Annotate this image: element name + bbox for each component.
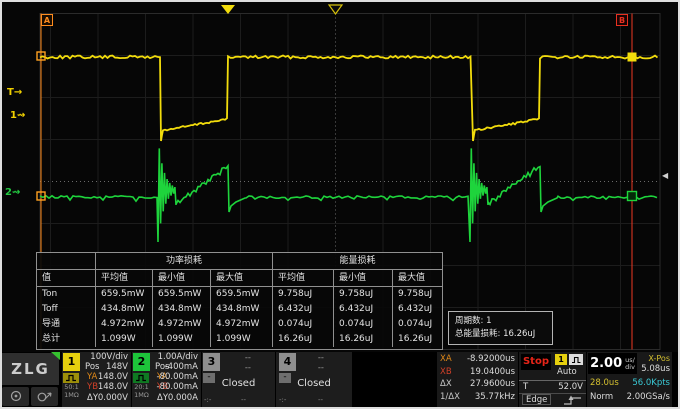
ch1-dy-label: ΔY <box>87 393 98 403</box>
invdx-value: 35.77kHz <box>475 392 515 402</box>
cursor-a-label[interactable]: A <box>41 14 53 26</box>
ch1-ya-label: YA <box>87 372 97 382</box>
trigger-coupling-icon[interactable] <box>569 354 583 365</box>
acq-mode[interactable]: Norm <box>590 392 613 402</box>
trigger-source-badge[interactable]: 1 <box>555 354 567 365</box>
squiggle-arrow-icon: ⇝ <box>17 110 25 121</box>
ch1-yb-value: 148.0V <box>98 382 128 392</box>
ch2-probe-info: 20:11MΩ <box>132 384 151 399</box>
ch3-status: Closed <box>202 378 275 389</box>
touch-gesture-icon[interactable] <box>2 387 29 406</box>
trace-ch1 <box>40 56 658 142</box>
trigger-level-marker[interactable]: T→ <box>7 87 22 98</box>
ch2-coupling-icon[interactable] <box>133 373 149 383</box>
dx-label: ΔX <box>440 379 452 389</box>
trigger-arrow-icon: → <box>14 87 22 98</box>
ch1-pos-value: 148V <box>106 362 128 372</box>
cursor-b-ch1-marker <box>628 53 637 62</box>
table-empty-cell <box>37 253 95 270</box>
ch1-dy-value: 0.000V <box>98 393 128 403</box>
channel3-panel[interactable]: 3 -- -- - Closed -:- -- <box>202 352 275 407</box>
xb-label: XB <box>440 367 452 377</box>
rising-edge-icon[interactable] <box>563 395 583 409</box>
ch1-number-badge[interactable]: 1 <box>63 353 80 371</box>
corner-flag-icon <box>51 352 60 360</box>
brand-panel: ZLG <box>2 352 60 407</box>
ch1-scale: 100V/div <box>82 352 128 362</box>
ch1-position-marker[interactable]: 1⇝ <box>10 110 25 121</box>
trigger-level-value: 52.0V <box>558 382 583 392</box>
xpos-label: X-Pos <box>648 354 670 363</box>
trigger-panel: Stop 1 Auto T 52.0V Edge <box>519 352 586 407</box>
scroll-left-icon[interactable]: ◀ <box>662 171 668 180</box>
invdx-label: 1/ΔX <box>440 392 460 402</box>
ch1-yb-label: YB <box>87 382 98 392</box>
ch4-status: Closed <box>276 378 352 389</box>
xa-value: -8.92000us <box>467 354 515 364</box>
channel2-panel[interactable]: 2 1.00A/div Pos -400mA YA -80.00mA YB -8… <box>132 352 201 407</box>
ch2-dy-label: ΔY <box>157 393 168 403</box>
cursor-b-label[interactable]: B <box>616 14 628 26</box>
power-loss-header: 功率损耗 <box>95 253 272 270</box>
ch1-coupling-icon[interactable] <box>63 373 79 383</box>
table-row: Ton 659.5mW 659.5mW 659.5mW 9.758uJ 9.75… <box>37 287 442 302</box>
trigger-position-marker[interactable] <box>221 5 235 14</box>
status-bar: ZLG 1 100V/div Pos 148V YA 148.0V YB 148… <box>0 352 680 407</box>
ch1-probe-info: 50:11MΩ <box>62 384 81 399</box>
measure-table: 功率损耗 能量损耗 值 平均值 最小值 最大值 平均值 最小值 最大值 Ton … <box>36 252 443 350</box>
energy-loss-header: 能量损耗 <box>272 253 442 270</box>
trigger-mode[interactable]: Auto <box>557 367 577 377</box>
dx-value: 27.9600us <box>470 379 515 389</box>
xpos-value: 5.08us <box>641 364 670 374</box>
timebase-scale: 2.00 <box>590 356 622 371</box>
run-stop-button[interactable]: Stop <box>521 354 551 370</box>
xb-value: 19.0400us <box>470 367 515 377</box>
delay-center-marker[interactable] <box>329 5 342 14</box>
ch2-ya-value: -80.00mA <box>157 372 199 382</box>
ch2-pos-value: -400mA <box>165 362 198 372</box>
ch1-pos-label: Pos <box>85 362 99 372</box>
ch3-number-badge[interactable]: 3 <box>203 353 220 371</box>
value-col-header: 值 <box>37 270 95 287</box>
timebase-panel: 2.00 us/div X-Pos 5.08us 28.0us 56.0Kpts… <box>587 352 672 407</box>
ch4-number-badge[interactable]: 4 <box>279 353 296 371</box>
timebase-unit: us/div <box>625 357 635 370</box>
channel1-panel[interactable]: 1 100V/div Pos 148V YA 148.0V YB 148.0V … <box>62 352 131 407</box>
table-row: Toff 434.8mW 434.8mW 434.8mW 6.432uJ 6.4… <box>37 302 442 317</box>
table-row: 导通 4.972mW 4.972mW 4.972mW 0.074uJ 0.074… <box>37 317 442 332</box>
ch2-dy-value: 0.000A <box>168 393 198 403</box>
cursor-b-ch2-marker <box>628 192 637 201</box>
timebase-scale-box[interactable]: 2.00 us/div <box>588 353 637 374</box>
sample-rate: 2.00GSa/s <box>627 392 670 402</box>
squiggle-arrow-icon: ⇝ <box>12 187 20 198</box>
table-group-header-row: 功率损耗 能量损耗 <box>37 253 442 270</box>
xa-label: XA <box>440 354 452 364</box>
trigger-type[interactable]: Edge <box>522 394 551 405</box>
ch2-yb-value: -80.00mA <box>157 382 199 392</box>
table-subheader-row: 值 平均值 最小值 最大值 平均值 最小值 最大值 <box>37 270 442 287</box>
trigger-level-label: T <box>523 382 528 392</box>
cursor-readout-panel: XA -8.92000us XB 19.0400us ΔX 27.9600us … <box>437 352 518 407</box>
window-span: 28.0us <box>590 378 619 388</box>
channel4-panel[interactable]: 4 -- -- - Closed -:- -- <box>276 352 352 407</box>
memory-depth: 56.0Kpts <box>632 378 670 388</box>
drag-gesture-icon[interactable] <box>31 387 58 406</box>
trace-ch2 <box>40 148 657 242</box>
ch2-number-badge[interactable]: 2 <box>133 353 150 371</box>
ch2-scale: 1.00A/div <box>152 352 198 362</box>
annotation-box: 周期数: 1 总能量损耗: 16.26uJ <box>448 311 553 345</box>
oscilloscope-screen: A B T→ 1⇝ 2⇝ ◀ 功率损耗 能量损耗 值 平均值 最小值 最大值 平… <box>0 0 680 409</box>
ch1-ya-value: 148.0V <box>98 372 128 382</box>
cycle-count-text: 周期数: 1 <box>455 315 547 328</box>
table-row: 总计 1.099W 1.099W 1.099W 16.26uJ 16.26uJ … <box>37 332 442 349</box>
ch2-position-marker[interactable]: 2⇝ <box>5 187 20 198</box>
total-energy-text: 总能量损耗: 16.26uJ <box>455 328 547 341</box>
